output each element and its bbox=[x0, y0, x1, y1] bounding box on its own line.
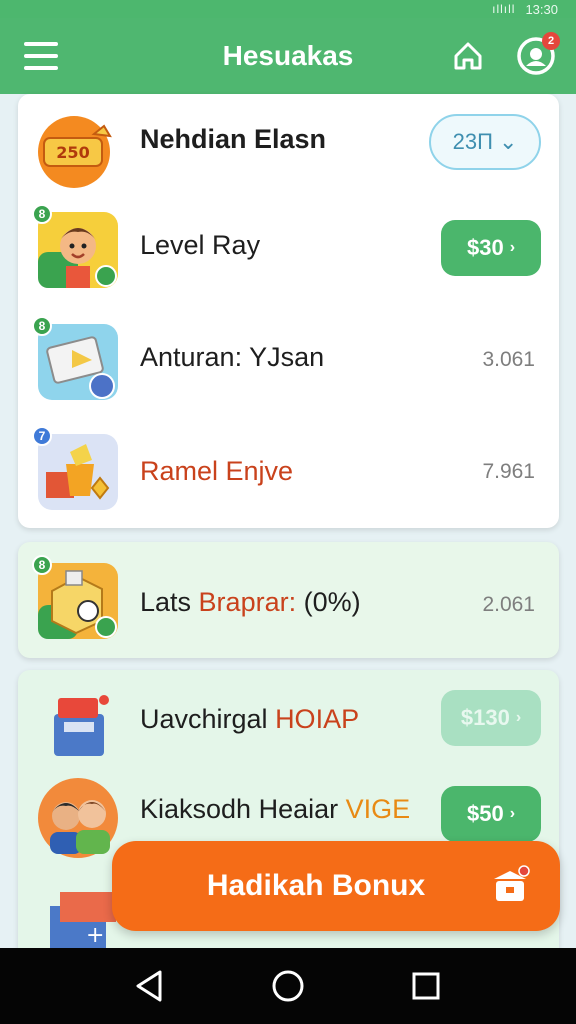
hamburger-icon bbox=[24, 42, 58, 46]
bonus-label: Hadikah Bonux bbox=[206, 869, 426, 902]
system-nav-bar bbox=[0, 948, 576, 1024]
price-button[interactable]: $130 › bbox=[441, 690, 541, 746]
couple-avatar-icon bbox=[38, 778, 118, 858]
price-button[interactable]: $50 › bbox=[441, 786, 541, 842]
price-button[interactable]: $30 › bbox=[441, 220, 541, 276]
item-value: 7.961 bbox=[482, 460, 535, 483]
coin-badge-icon: 250 bbox=[38, 116, 112, 188]
item-label: Anturan: YJsan bbox=[140, 342, 325, 372]
home-circle-icon[interactable] bbox=[270, 968, 306, 1004]
chevron-down-icon: ⌄ bbox=[498, 129, 518, 154]
chevron-icon: › bbox=[509, 239, 516, 256]
list-item[interactable]: 8 Lats Braprar: (0%) 2.061 bbox=[18, 545, 559, 655]
list-item[interactable]: Uavchirgal HOIAP $130 › bbox=[18, 670, 559, 780]
item-value: 3.061 bbox=[482, 348, 535, 371]
menu-button[interactable] bbox=[24, 42, 58, 70]
suitcase-icon bbox=[54, 695, 109, 756]
item-label: Lats Braprar: (0%) bbox=[140, 587, 361, 617]
avatar: 8 bbox=[32, 204, 120, 292]
item-value: 2.061 bbox=[482, 593, 535, 616]
status-time: 13:30 bbox=[525, 1, 558, 17]
profile-button[interactable]: 2 bbox=[514, 32, 560, 78]
item-label: Nehdian Elasn bbox=[140, 124, 327, 154]
item-label: Level Ray bbox=[140, 230, 261, 260]
featured-card[interactable]: 8 Lats Braprar: (0%) 2.061 bbox=[18, 542, 559, 658]
ticket-thumb: 8 bbox=[32, 316, 120, 404]
bonus-button[interactable]: Hadikah Bonux bbox=[112, 841, 560, 931]
list-item[interactable]: 250 Nehdian Elasn 23Π ⌄ bbox=[18, 94, 559, 204]
status-bar: ıllıll 13:30 bbox=[0, 0, 576, 18]
level-badge: 8 bbox=[32, 316, 52, 336]
item-label: Uavchirgal HOIAP bbox=[140, 704, 360, 734]
gift-icon bbox=[494, 865, 530, 901]
list-item[interactable]: 7 Ramel Enjve 7.961 bbox=[18, 418, 559, 528]
offers-card: 250 Nehdian Elasn 23Π ⌄ 8 Level Ray $30 … bbox=[18, 94, 559, 528]
list-item[interactable]: 8 Level Ray $30 › bbox=[18, 194, 559, 304]
level-badge: 7 bbox=[32, 426, 52, 446]
level-badge: 8 bbox=[32, 555, 52, 575]
chevron-icon: › bbox=[515, 709, 522, 726]
home-icon[interactable] bbox=[448, 36, 488, 76]
value-pill[interactable]: 23Π ⌄ bbox=[429, 114, 541, 170]
signal-indicator: ıllıll bbox=[492, 2, 516, 16]
item-label: Ramel Enjve bbox=[140, 456, 294, 486]
level-badge: 8 bbox=[32, 204, 52, 224]
item-label: Kiaksodh Heaiar VIGE bbox=[140, 794, 411, 824]
svg-text:250: 250 bbox=[56, 143, 89, 162]
page-title: Hesuakas bbox=[222, 40, 354, 71]
back-triangle-icon[interactable] bbox=[132, 968, 168, 1004]
gift-thumb: 7 bbox=[32, 426, 120, 514]
notification-badge: 2 bbox=[542, 32, 560, 50]
app-bar: Hesuakas 2 bbox=[0, 18, 576, 94]
recents-square-icon[interactable] bbox=[408, 968, 444, 1004]
list-item[interactable]: 8 Anturan: YJsan 3.061 bbox=[18, 306, 559, 416]
svg-text:+: + bbox=[86, 923, 104, 948]
chevron-icon: › bbox=[509, 805, 516, 822]
box-thumb: 8 bbox=[32, 555, 120, 643]
